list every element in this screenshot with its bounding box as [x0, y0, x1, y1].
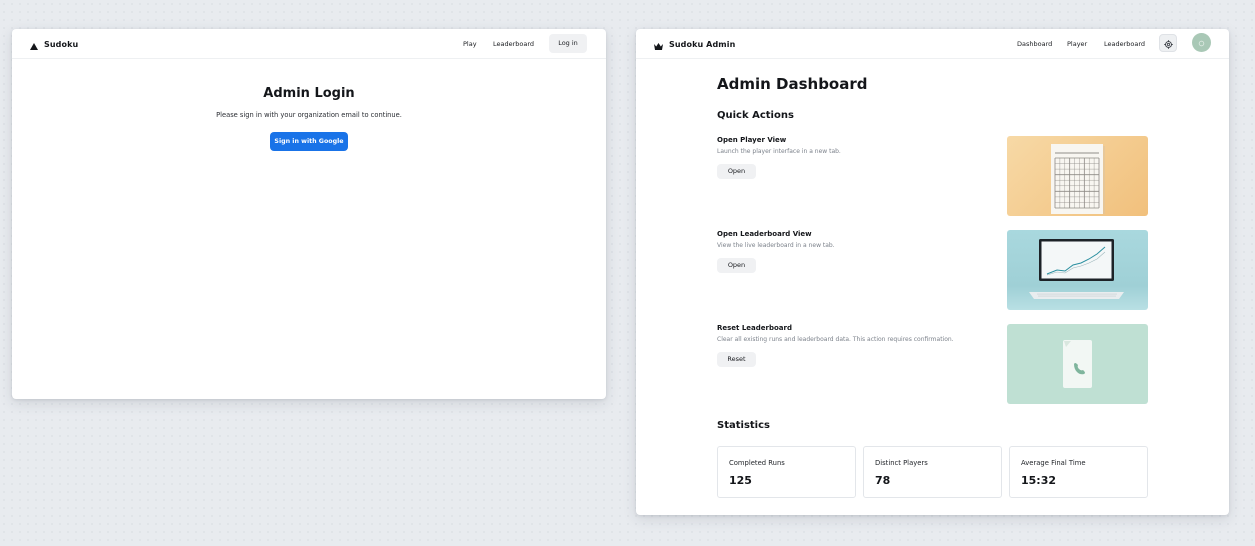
- sign-in-with-google-button[interactable]: Sign in with Google: [270, 132, 348, 151]
- action-description: Clear all existing runs and leaderboard …: [717, 336, 954, 343]
- nav-dashboard-link[interactable]: Dashboard: [1017, 29, 1052, 59]
- stat-value: 125: [729, 474, 752, 487]
- action-title: Reset Leaderboard: [717, 324, 792, 332]
- brand-name: Sudoku: [44, 39, 79, 49]
- crown-logo-icon: [654, 35, 663, 54]
- user-avatar-icon: [1197, 33, 1206, 52]
- open-player-view-button[interactable]: Open: [717, 164, 756, 179]
- stat-value: 78: [875, 474, 891, 487]
- laptop-chart-image: [1007, 230, 1148, 310]
- quick-actions-heading: Quick Actions: [717, 110, 794, 121]
- action-description: View the live leaderboard in a new tab.: [717, 242, 835, 249]
- page-title: Admin Login: [263, 86, 355, 101]
- nav-leaderboard-link[interactable]: Leaderboard: [1104, 29, 1145, 59]
- avatar[interactable]: [1192, 33, 1211, 52]
- login-instructions: Please sign in with your organization em…: [216, 111, 402, 119]
- action-title: Open Player View: [717, 136, 787, 144]
- nav-player-link[interactable]: Player: [1067, 29, 1087, 59]
- stat-label: Average Final Time: [1021, 459, 1086, 467]
- settings-button[interactable]: [1159, 34, 1177, 52]
- triangle-logo-icon: [30, 35, 38, 54]
- brand[interactable]: Sudoku Admin: [654, 29, 735, 59]
- gear-icon: [1163, 34, 1173, 53]
- page-title: Admin Dashboard: [717, 75, 868, 93]
- phone-card-image: [1007, 324, 1148, 404]
- action-description: Launch the player interface in a new tab…: [717, 148, 841, 155]
- stat-label: Completed Runs: [729, 459, 785, 467]
- admin-navbar: Sudoku Admin Dashboard Player Leaderboar…: [636, 29, 1229, 59]
- login-window: Sudoku Play Leaderboard Log in Admin Log…: [12, 29, 606, 399]
- brand-name: Sudoku Admin: [669, 39, 736, 49]
- stat-label: Distinct Players: [875, 459, 928, 467]
- stat-value: 15:32: [1021, 474, 1057, 487]
- nav-play-link[interactable]: Play: [463, 29, 477, 59]
- stat-card-average-final-time: Average Final Time 15:32: [1009, 446, 1148, 498]
- statistics-heading: Statistics: [717, 420, 770, 431]
- open-leaderboard-view-button[interactable]: Open: [717, 258, 756, 273]
- login-navbar: Sudoku Play Leaderboard Log in: [12, 29, 606, 59]
- action-title: Open Leaderboard View: [717, 230, 812, 238]
- sudoku-puzzle-image: [1007, 136, 1148, 216]
- admin-window: Sudoku Admin Dashboard Player Leaderboar…: [636, 29, 1229, 515]
- stat-card-distinct-players: Distinct Players 78: [863, 446, 1002, 498]
- nav-leaderboard-link[interactable]: Leaderboard: [493, 29, 534, 59]
- brand[interactable]: Sudoku: [30, 29, 78, 59]
- reset-leaderboard-button[interactable]: Reset: [717, 352, 756, 367]
- login-button[interactable]: Log in: [549, 34, 587, 53]
- stat-card-completed-runs: Completed Runs 125: [717, 446, 856, 498]
